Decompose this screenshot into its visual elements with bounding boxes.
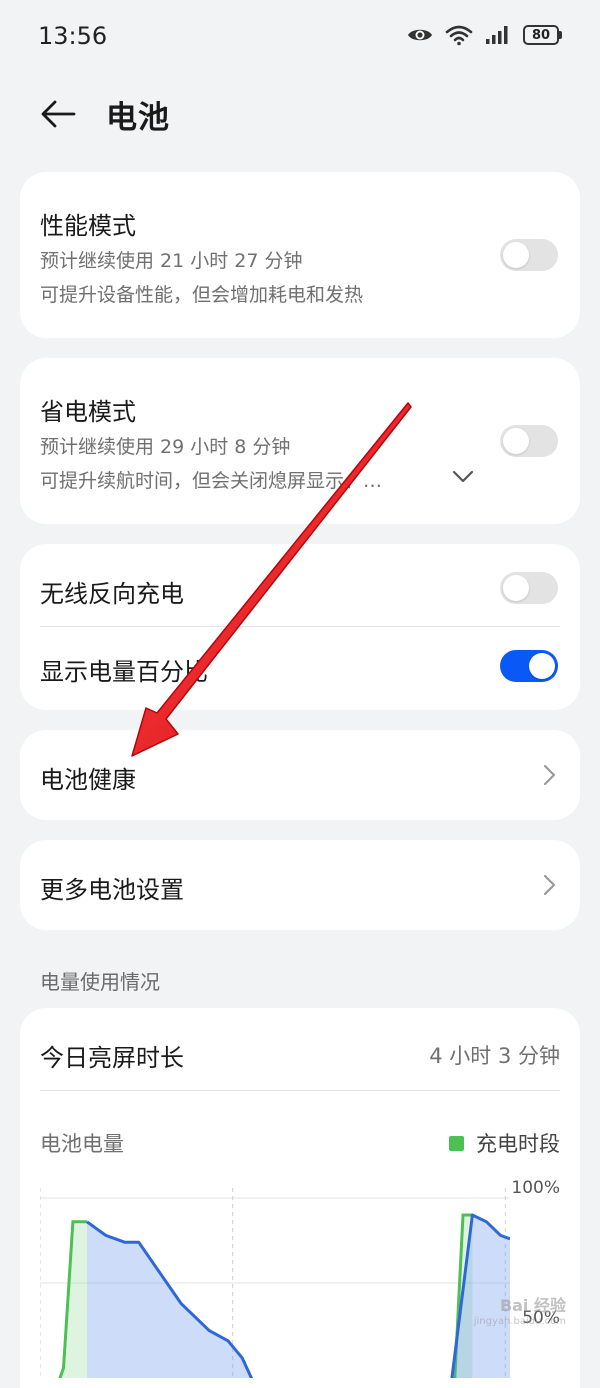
chevron-right-icon	[543, 764, 556, 786]
back-arrow-icon	[41, 100, 76, 128]
screen-on-time-value: 4 小时 3 分钟	[429, 1044, 560, 1068]
performance-mode-title: 性能模式	[40, 212, 136, 240]
back-button[interactable]	[36, 92, 80, 136]
performance-mode-card: 性能模式 预计继续使用 21 小时 27 分钟 可提升设备性能，但会增加耗电和发…	[20, 172, 580, 338]
more-battery-settings-title: 更多电池设置	[40, 876, 184, 904]
charging-options-card: 无线反向充电 显示电量百分比	[20, 544, 580, 710]
status-icons: 80	[407, 24, 562, 46]
row-divider	[40, 1090, 560, 1091]
performance-mode-description: 可提升设备性能，但会增加耗电和发热	[40, 284, 364, 306]
legend-label: 充电时段	[476, 1132, 560, 1156]
power-saving-mode-title: 省电模式	[40, 398, 136, 426]
status-time: 13:56	[38, 22, 108, 50]
power-saving-mode-card: 省电模式 预计继续使用 29 小时 8 分钟 可提升续航时间，但会关闭熄屏显示、…	[20, 358, 580, 524]
battery-level: 80	[523, 25, 559, 45]
chart-legend: 充电时段	[449, 1128, 560, 1158]
performance-mode-switch[interactable]	[500, 239, 558, 271]
power-saving-mode-estimate: 预计继续使用 29 小时 8 分钟	[40, 436, 291, 458]
battery-health-title: 电池健康	[40, 766, 136, 794]
power-saving-mode-switch[interactable]	[500, 425, 558, 457]
screen-on-time-label: 今日亮屏时长	[40, 1044, 184, 1072]
cellular-signal-icon	[486, 26, 508, 44]
wireless-reverse-charging-title: 无线反向充电	[40, 580, 184, 608]
battery-health-item[interactable]: 电池健康	[20, 730, 580, 820]
wifi-icon	[445, 25, 473, 46]
performance-mode-estimate: 预计继续使用 21 小时 27 分钟	[40, 250, 303, 272]
more-battery-settings-item[interactable]: 更多电池设置	[20, 840, 580, 930]
watermark-url: jingyan.baidu.com	[473, 1316, 566, 1327]
switch-knob	[503, 242, 529, 268]
wireless-reverse-charging-switch[interactable]	[500, 572, 558, 604]
battery-tip	[559, 31, 562, 39]
usage-section-title: 电量使用情况	[40, 970, 160, 994]
chart-title: 电池电量	[40, 1132, 124, 1156]
eye-icon	[408, 29, 432, 41]
show-battery-percentage-switch[interactable]	[500, 650, 558, 682]
switch-knob	[503, 575, 529, 601]
row-divider	[40, 626, 560, 627]
chevron-right-icon	[543, 874, 556, 896]
expand-chevron-down-icon[interactable]	[452, 470, 474, 484]
battery-indicator: 80	[523, 25, 562, 45]
switch-knob	[503, 428, 529, 454]
power-saving-mode-description: 可提升续航时间，但会关闭熄屏显示、…	[40, 470, 383, 492]
show-battery-percentage-title: 显示电量百分比	[40, 658, 208, 686]
legend-swatch	[449, 1135, 464, 1151]
y-tick-label-top: 100%	[511, 1178, 560, 1198]
watermark-logo: Bai 经验	[499, 1296, 566, 1315]
page-title: 电池	[106, 100, 170, 136]
switch-knob	[529, 653, 555, 679]
header: 电池	[0, 76, 600, 152]
status-bar: 13:56 80	[0, 0, 600, 76]
battery-level-chart	[40, 1188, 510, 1378]
battery-usage-card: 今日亮屏时长 4 小时 3 分钟 电池电量 充电时段 100% 50%	[20, 1008, 580, 1388]
